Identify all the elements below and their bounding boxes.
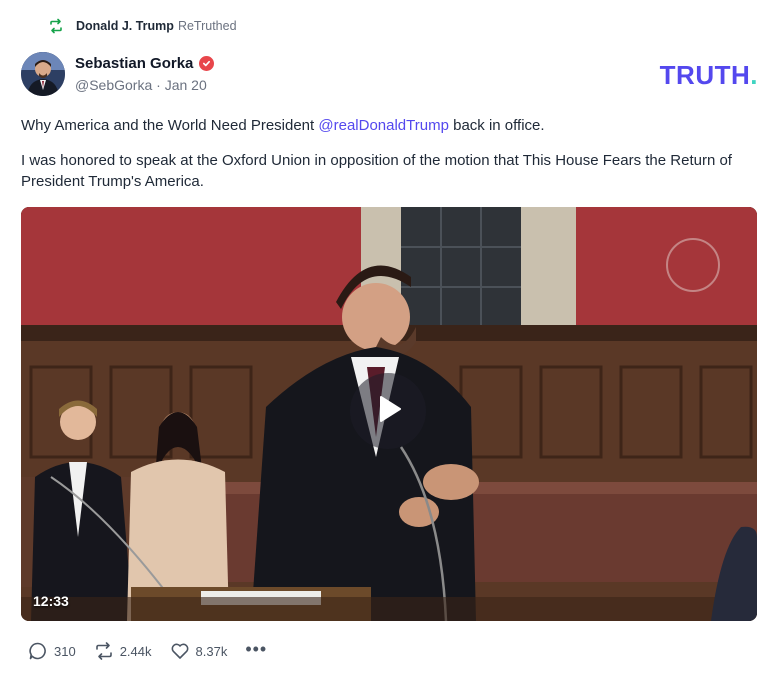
play-icon: [371, 392, 405, 431]
retruth-icon: [48, 18, 64, 34]
post-text-paragraph-2: I was honored to speak at the Oxford Uni…: [21, 152, 732, 190]
like-count: 8.37k: [195, 643, 228, 659]
post-actions: 310 2.44k 8.37k •••: [28, 639, 267, 661]
retruth-action: ReTruthed: [177, 19, 237, 33]
video-duration: 12:33: [33, 593, 69, 609]
author-handle[interactable]: @SebGorka: [75, 77, 152, 93]
retruth-header: Donald J. Trump ReTruthed: [48, 18, 237, 34]
retruth-count: 2.44k: [119, 643, 152, 659]
reply-button[interactable]: 310: [28, 641, 76, 661]
more-options-button[interactable]: •••: [245, 639, 267, 660]
post-date[interactable]: Jan 20: [165, 77, 207, 93]
post-text-paragraph-1: Why America and the World Need President…: [21, 117, 545, 134]
meta-separator: ·: [156, 77, 161, 93]
like-button[interactable]: 8.37k: [170, 641, 228, 661]
avatar[interactable]: [21, 52, 65, 96]
reply-count: 310: [54, 643, 76, 659]
reply-icon: [28, 641, 48, 661]
post-header: Sebastian Gorka @SebGorka · Jan 20: [21, 52, 215, 96]
author-name[interactable]: Sebastian Gorka: [75, 55, 193, 72]
mention-link[interactable]: @realDonaldTrump: [318, 117, 449, 134]
retruth-action-icon: [94, 641, 114, 661]
play-button[interactable]: [350, 373, 426, 449]
retruth-user[interactable]: Donald J. Trump: [76, 19, 174, 33]
truth-logo[interactable]: TRUTH.: [660, 60, 758, 91]
heart-icon: [170, 641, 190, 661]
retruth-button[interactable]: 2.44k: [94, 641, 152, 661]
verified-badge-icon: [199, 56, 215, 71]
